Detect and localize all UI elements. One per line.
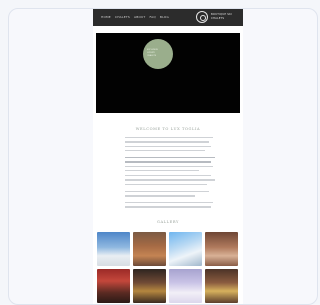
gallery-photo-mountain[interactable] (97, 232, 130, 266)
nav-item-blog[interactable]: BLOG (160, 15, 169, 19)
gallery-photo-chalet[interactable] (133, 232, 166, 266)
welcome-heading: WELCOME TO LUX TOGLIA (135, 127, 201, 131)
gallery-photo-dining[interactable] (133, 269, 166, 303)
luxury-badge: EXCLUSIVE LUXURY CHALETS (143, 39, 173, 69)
nav-item-home[interactable]: HOME (101, 15, 111, 19)
contact-paragraph (125, 202, 215, 211)
badge-line-3: CHALETS (147, 55, 157, 57)
details-paragraph (125, 175, 215, 188)
gallery-photo-lounge[interactable] (205, 269, 238, 303)
gallery-photo-slope[interactable] (169, 269, 202, 303)
gallery-heading: GALLERY (156, 220, 180, 224)
nav-item-about[interactable]: ABOUT (134, 15, 145, 19)
gallery-photo-snow[interactable] (169, 232, 202, 266)
nav-item-faq[interactable]: FAQ (149, 15, 155, 19)
logo-icon[interactable] (196, 11, 208, 23)
nav-item-chalets[interactable]: CHALETS (115, 15, 130, 19)
intro-paragraph (125, 137, 215, 154)
gallery-photo-living-room[interactable] (97, 269, 130, 303)
preview-card: HOME CHALETS ABOUT FAQ BLOG BOUTIQUE SKI… (8, 8, 318, 305)
main-nav: HOME CHALETS ABOUT FAQ BLOG (101, 15, 169, 19)
gallery-photo-interior[interactable] (205, 232, 238, 266)
site-logo[interactable]: BOUTIQUE SKI CHALETS (211, 13, 239, 20)
body-paragraph (125, 157, 215, 174)
logo-line-2: CHALETS (211, 16, 225, 20)
site-header: HOME CHALETS ABOUT FAQ BLOG BOUTIQUE SKI… (93, 9, 243, 26)
closing-paragraph (125, 191, 215, 200)
